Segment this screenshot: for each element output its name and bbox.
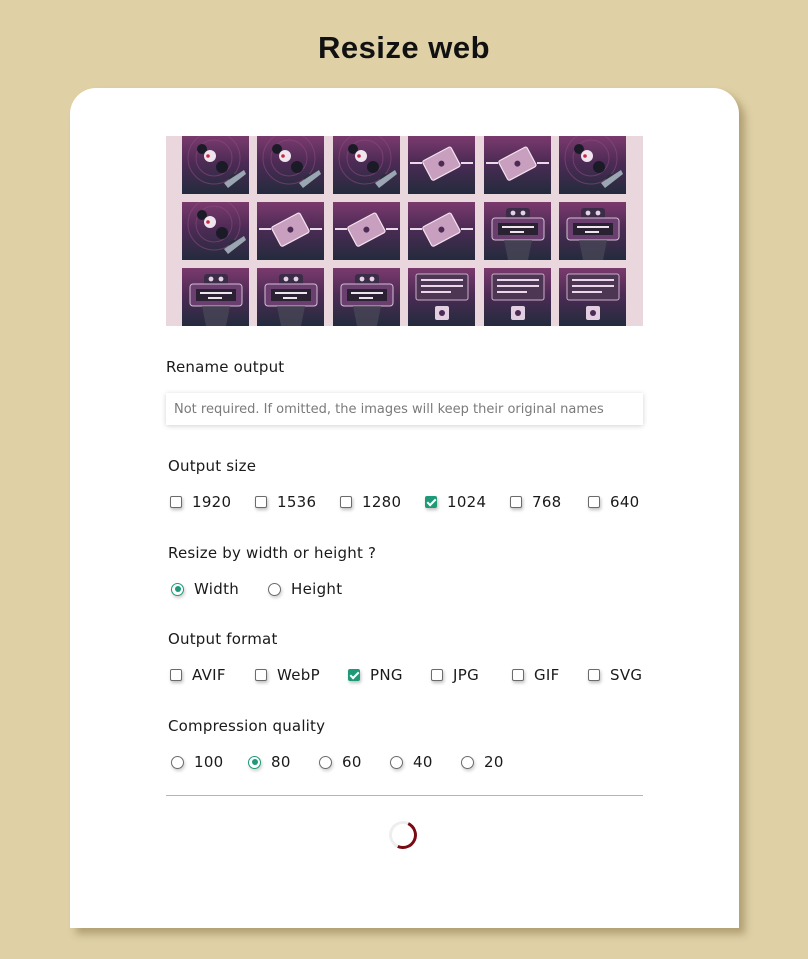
option-label: 60 xyxy=(342,753,362,771)
checkbox-icon[interactable] xyxy=(340,496,352,508)
thumbnail-image xyxy=(182,268,249,326)
checkbox-output-size-768[interactable]: 768 xyxy=(510,492,562,512)
option-label: 1920 xyxy=(192,493,232,511)
thumbnail-image xyxy=(559,268,626,326)
option-label: 80 xyxy=(271,753,291,771)
checkbox-icon[interactable] xyxy=(588,496,600,508)
thumbnail-image xyxy=(484,136,551,194)
option-label: 1280 xyxy=(362,493,402,511)
checkbox-output-format-png[interactable]: PNG xyxy=(348,665,403,685)
thumbnail-image xyxy=(182,136,249,194)
radio-icon[interactable] xyxy=(248,755,261,769)
option-label: WebP xyxy=(277,666,320,684)
checkbox-icon[interactable] xyxy=(348,669,360,681)
thumbnail-image xyxy=(484,202,551,260)
rename-label: Rename output xyxy=(166,358,285,376)
thumbnail-image xyxy=(559,136,626,194)
checkbox-output-size-1024[interactable]: 1024 xyxy=(425,492,486,512)
checkbox-output-format-webp[interactable]: WebP xyxy=(255,665,320,685)
option-label: 1024 xyxy=(447,493,487,511)
radio-icon[interactable] xyxy=(390,755,403,769)
radio-compression-80[interactable]: 80 xyxy=(248,752,291,772)
checkbox-icon[interactable] xyxy=(510,496,522,508)
thumbnail-image xyxy=(484,268,551,326)
checkbox-output-format-avif[interactable]: AVIF xyxy=(170,665,226,685)
radio-compression-40[interactable]: 40 xyxy=(390,752,433,772)
thumbnail-image xyxy=(408,202,475,260)
spinner-icon xyxy=(385,817,421,853)
thumbnail-image xyxy=(333,136,400,194)
checkbox-output-format-gif[interactable]: GIF xyxy=(512,665,560,685)
thumbnail-image xyxy=(182,202,249,260)
resize-by-label: Resize by width or height ? xyxy=(168,544,377,562)
option-label: AVIF xyxy=(192,666,226,684)
option-label: 20 xyxy=(484,753,504,771)
thumbnail-image xyxy=(559,202,626,260)
thumbnail-image xyxy=(408,268,475,326)
thumbnail-image xyxy=(408,136,475,194)
radio-icon[interactable] xyxy=(171,755,184,769)
checkbox-output-size-640[interactable]: 640 xyxy=(588,492,640,512)
option-label: Height xyxy=(291,580,343,598)
option-label: GIF xyxy=(534,666,560,684)
image-preview-grid xyxy=(166,136,643,326)
checkbox-icon[interactable] xyxy=(255,496,267,508)
option-label: 40 xyxy=(413,753,433,771)
option-label: 640 xyxy=(610,493,640,511)
checkbox-icon[interactable] xyxy=(512,669,524,681)
radio-icon[interactable] xyxy=(171,582,184,596)
thumbnail-image xyxy=(333,202,400,260)
checkbox-output-size-1280[interactable]: 1280 xyxy=(340,492,401,512)
divider xyxy=(166,795,643,796)
radio-compression-60[interactable]: 60 xyxy=(319,752,362,772)
main-card: Rename output Output size 1920 1536 1280 10… xyxy=(70,88,739,928)
checkbox-output-size-1920[interactable]: 1920 xyxy=(170,492,231,512)
radio-icon[interactable] xyxy=(268,582,281,596)
output-format-label: Output format xyxy=(168,630,278,648)
rename-input[interactable] xyxy=(166,393,643,425)
radio-resize-by-width[interactable]: Width xyxy=(171,579,239,599)
option-label: 100 xyxy=(194,753,224,771)
option-label: PNG xyxy=(370,666,403,684)
option-label: 768 xyxy=(532,493,562,511)
page-title: Resize web xyxy=(317,30,491,65)
checkbox-icon[interactable] xyxy=(170,669,182,681)
radio-compression-20[interactable]: 20 xyxy=(461,752,504,772)
option-label: 1536 xyxy=(277,493,317,511)
output-size-label: Output size xyxy=(168,457,257,475)
compression-label: Compression quality xyxy=(168,717,326,735)
radio-icon[interactable] xyxy=(461,755,474,769)
option-label: JPG xyxy=(453,666,479,684)
checkbox-icon[interactable] xyxy=(255,669,267,681)
checkbox-icon[interactable] xyxy=(425,496,437,508)
checkbox-icon[interactable] xyxy=(588,669,600,681)
radio-resize-by-height[interactable]: Height xyxy=(268,579,342,599)
checkbox-output-format-jpg[interactable]: JPG xyxy=(431,665,479,685)
thumbnail-image xyxy=(333,268,400,326)
radio-compression-100[interactable]: 100 xyxy=(171,752,224,772)
checkbox-output-format-svg[interactable]: SVG xyxy=(588,665,642,685)
radio-icon[interactable] xyxy=(319,755,332,769)
checkbox-icon[interactable] xyxy=(170,496,182,508)
thumbnail-image xyxy=(257,136,324,194)
option-label: Width xyxy=(194,580,240,598)
option-label: SVG xyxy=(610,666,643,684)
thumbnail-image xyxy=(257,202,324,260)
thumbnail-image xyxy=(257,268,324,326)
checkbox-icon[interactable] xyxy=(431,669,443,681)
checkbox-output-size-1536[interactable]: 1536 xyxy=(255,492,316,512)
